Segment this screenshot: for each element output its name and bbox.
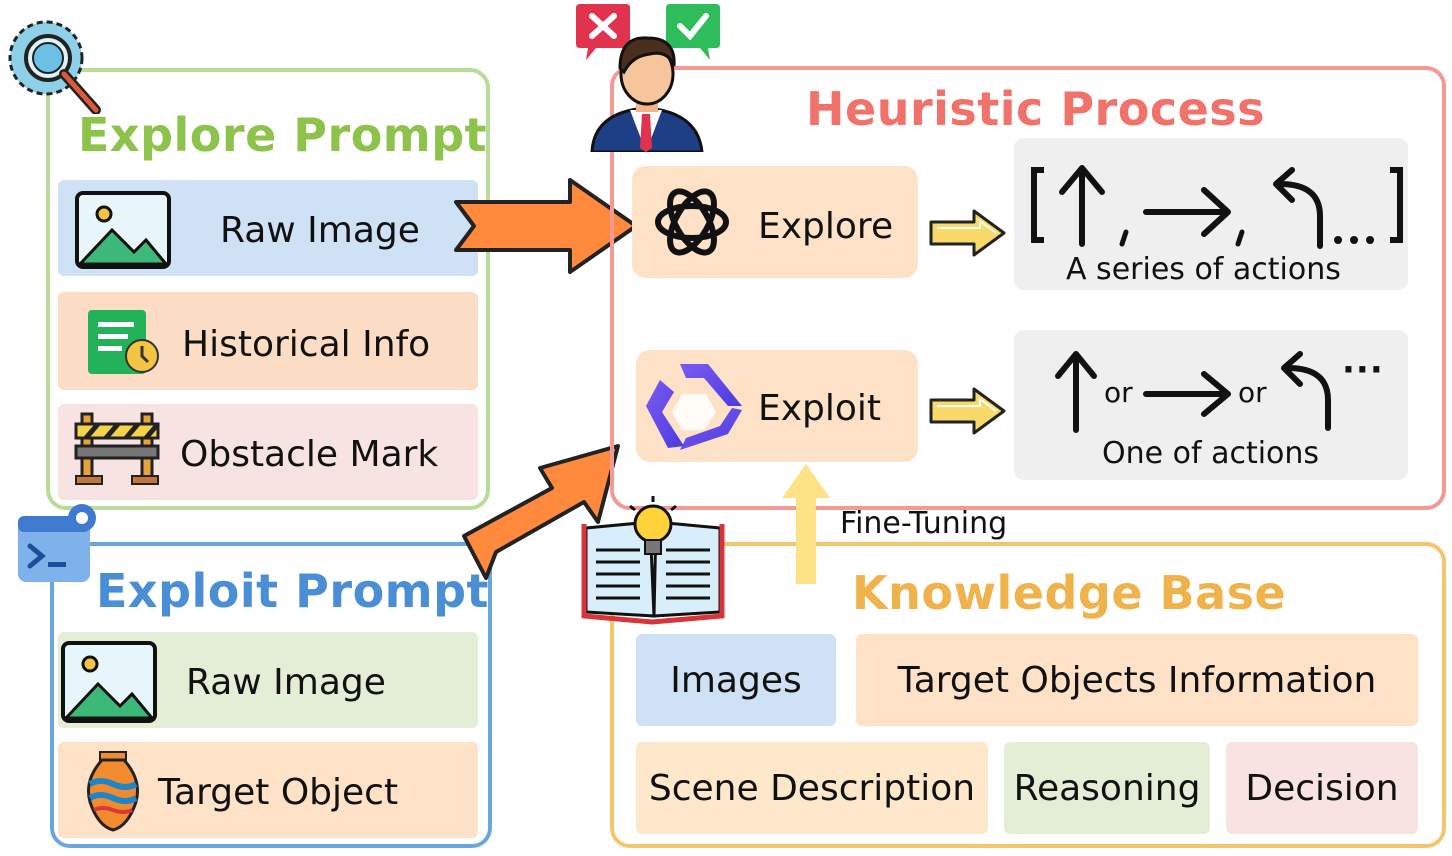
exploit-output-caption: One of actions [1102, 436, 1320, 471]
or-label-2: or [1238, 376, 1267, 409]
fine-tuning-label: Fine-Tuning [840, 506, 1008, 541]
explore-output-box: A series of actions [1014, 138, 1408, 290]
or-label-1: or [1104, 376, 1133, 409]
exploit-raw-image-row: Raw Image [58, 632, 478, 728]
exploit-raw-image-label: Raw Image [186, 662, 386, 703]
ellipsis: ··· [1342, 350, 1384, 390]
exploit-output-box: or or ··· One of actions [1014, 330, 1408, 480]
explore-output-caption: A series of actions [1066, 252, 1341, 287]
explore-historical-info-label: Historical Info [182, 324, 431, 365]
exploit-prompt-title: Exploit Prompt [96, 564, 490, 618]
explore-raw-image-label: Raw Image [220, 210, 420, 251]
qwen-logo-icon [642, 360, 746, 454]
terminal-settings-icon [16, 500, 104, 586]
vase-icon [80, 750, 146, 832]
image-icon [74, 190, 172, 270]
explore-obstacle-mark-row: Obstacle Mark [58, 404, 478, 500]
image-icon [60, 640, 158, 724]
evaluator-person-icon [572, 2, 722, 152]
explore-raw-image-row: Raw Image [58, 180, 478, 276]
knowledge-base-title: Knowledge Base [852, 566, 1287, 620]
book-lightbulb-icon [580, 494, 726, 628]
explore-prompt-title: Explore Prompt [78, 108, 488, 162]
explore-stage-label: Explore [758, 206, 894, 247]
explore-historical-info-row: Historical Info [58, 292, 478, 390]
fine-tuning-arrow [780, 462, 832, 586]
globe-search-icon [4, 14, 104, 114]
exploit-output-arrow [928, 386, 1008, 436]
heuristic-process-title: Heuristic Process [806, 82, 1266, 136]
exploit-target-object-label: Target Object [158, 772, 399, 813]
exploit-stage-label: Exploit [758, 388, 882, 429]
explore-stage-box: Explore [632, 166, 918, 278]
kb-decision-chip: Decision [1226, 742, 1418, 834]
explore-output-arrow [928, 208, 1008, 258]
openai-logo-icon [646, 176, 738, 268]
document-clock-icon [86, 308, 166, 378]
barrier-icon [74, 410, 160, 486]
kb-images-chip: Images [636, 634, 836, 726]
explore-obstacle-mark-label: Obstacle Mark [180, 434, 439, 475]
exploit-target-object-row: Target Object [58, 742, 478, 838]
kb-reasoning-chip: Reasoning [1004, 742, 1210, 834]
action-sequence [1030, 156, 1406, 252]
kb-scene-description-chip: Scene Description [636, 742, 988, 834]
kb-target-objects-chip: Target Objects Information [856, 634, 1418, 726]
exploit-stage-box: Exploit [636, 350, 918, 462]
